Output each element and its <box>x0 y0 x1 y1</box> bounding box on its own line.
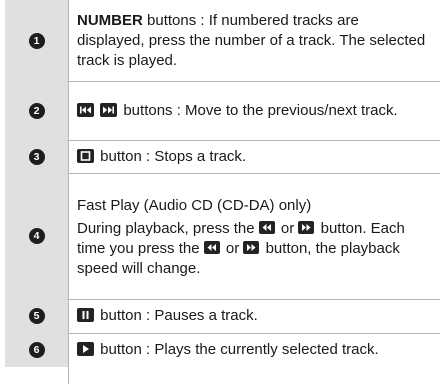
row-number-badge: 5 <box>28 308 45 324</box>
row-description: buttons : Move to the previous/next trac… <box>119 101 398 119</box>
stop-icon <box>77 148 94 163</box>
row-text-cell: button : Plays the currently selected tr… <box>68 333 440 367</box>
column-divider <box>68 0 69 384</box>
row-number-cell: 2 <box>5 81 68 140</box>
row-text-cell: Fast Play (Audio CD (CD-DA) only) During… <box>68 173 440 299</box>
fast-forward-icon <box>298 220 315 234</box>
table-row: 6 button : Plays the currently selected … <box>5 333 440 367</box>
table-row: 4 Fast Play (Audio CD (CD-DA) only) Duri… <box>5 173 440 300</box>
row-number-cell: 1 <box>5 0 68 81</box>
table-row: 3 button : Stops a track. <box>5 140 440 174</box>
row-number-cell: 3 <box>5 140 68 173</box>
pause-icon <box>77 308 94 322</box>
row-description: button : Stops a track. <box>96 147 247 165</box>
row-text-cell: button : Stops a track. <box>68 140 440 173</box>
row-description: During playback, press the <box>77 219 259 237</box>
or-text: or <box>276 219 299 237</box>
table-row: 1 NUMBER buttons : If numbered tracks ar… <box>5 0 440 82</box>
row-title: Fast Play (Audio CD (CD-DA) only) <box>77 196 312 214</box>
row-description: button. <box>316 219 367 237</box>
row-text-cell: buttons : Move to the previous/next trac… <box>68 81 440 140</box>
skip-forward-icon <box>100 102 118 117</box>
row-number-badge: 4 <box>28 228 45 244</box>
row-number-badge: 2 <box>28 102 45 119</box>
row-number-badge: 1 <box>28 32 45 49</box>
row-number-badge: 6 <box>28 342 45 358</box>
row-description: button : Plays the currently selected tr… <box>96 341 379 358</box>
row-number-cell: 6 <box>5 333 68 367</box>
table-row: 2 buttons : Move to the previous/next tr… <box>5 81 440 141</box>
row-text-cell: NUMBER buttons : If numbered tracks are … <box>68 0 440 81</box>
row-description: button : Pauses a track. <box>96 307 258 324</box>
fast-forward-icon <box>243 240 260 254</box>
button-name: NUMBER <box>77 11 143 29</box>
row-number-cell: 4 <box>5 173 68 299</box>
play-icon <box>77 342 94 356</box>
row-text-cell: button : Pauses a track. <box>68 299 440 333</box>
or-text: or <box>221 239 244 257</box>
table-row: 5 button : Pauses a track. <box>5 299 440 334</box>
skip-back-icon <box>77 102 94 117</box>
rewind-icon <box>258 220 275 234</box>
row-number-badge: 3 <box>28 148 45 165</box>
row-number-cell: 5 <box>5 299 68 333</box>
rewind-icon <box>203 240 220 254</box>
